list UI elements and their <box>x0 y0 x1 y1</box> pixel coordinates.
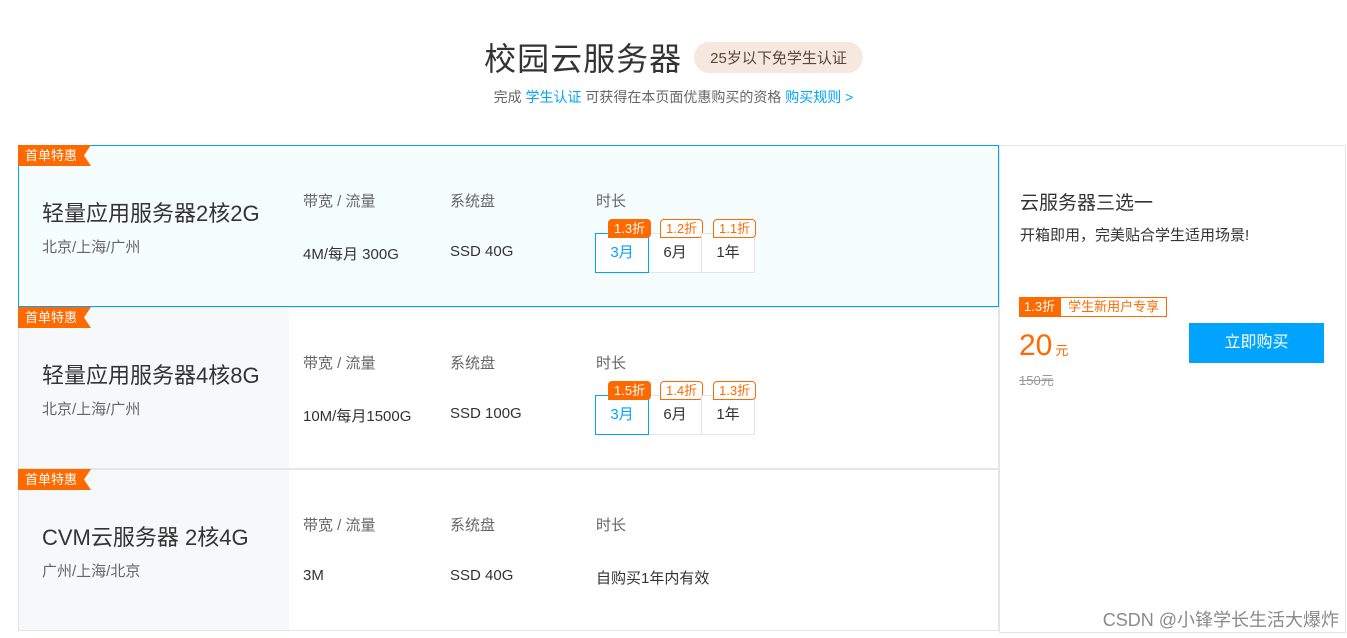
purchase-panel: 云服务器三选一 开箱即用，完美贴合学生适用场景! 1.3折 学生新用户专享 20… <box>999 145 1346 633</box>
product-name: CVM云服务器 2核4G <box>42 525 249 550</box>
panel-title: 云服务器三选一 <box>1020 193 1154 214</box>
product-region: 北京/上海/广州 <box>42 239 141 256</box>
product-name: 轻量应用服务器2核2G <box>42 201 260 226</box>
product-region: 广州/上海/北京 <box>42 563 141 580</box>
period-label: 1年 <box>716 406 740 423</box>
first-order-ribbon: 首单特惠 <box>18 145 91 166</box>
student-auth-link[interactable]: 学生认证 <box>526 89 582 105</box>
subtitle: 完成 学生认证 可获得在本页面优惠购买的资格 购买规则 > <box>0 87 1347 107</box>
title-row: 校园云服务器 25岁以下免学生认证 <box>0 34 1347 80</box>
period-label: 3月 <box>610 406 634 423</box>
duration-label: 时长 <box>596 355 627 372</box>
disk-value: SSD 40G <box>450 243 514 260</box>
period-label: 1年 <box>716 244 740 261</box>
product-card-4c8g[interactable]: 首单特惠 轻量应用服务器4核8G 北京/上海/广州 带宽 / 流量 系统盘 时长… <box>18 307 999 469</box>
duration-label: 时长 <box>596 193 627 210</box>
duration-value: 自购买1年内有效 <box>596 570 710 587</box>
new-user-badge: 学生新用户专享 <box>1060 297 1168 317</box>
period-selector: 1.5折 3月 1.4折 6月 1.3折 1年 <box>595 381 757 435</box>
discount-tag: 1.4折 <box>660 381 704 400</box>
disk-label: 系统盘 <box>450 517 496 534</box>
purchase-rules-link[interactable]: 购买规则 > <box>785 89 853 105</box>
bandwidth-value: 4M/每月 300G <box>303 246 399 263</box>
disk-label: 系统盘 <box>450 355 496 372</box>
first-order-ribbon: 首单特惠 <box>18 307 91 328</box>
disk-value: SSD 100G <box>450 405 522 422</box>
original-price: 150元 <box>1019 373 1054 388</box>
period-label: 6月 <box>663 406 687 423</box>
page-header: 校园云服务器 25岁以下免学生认证 完成 学生认证 可获得在本页面优惠购买的资格… <box>0 0 1347 120</box>
bandwidth-value: 10M/每月1500G <box>303 408 412 425</box>
duration-label: 时长 <box>596 517 627 534</box>
period-option-6m[interactable]: 1.2折 6月 <box>648 219 704 273</box>
price-unit: 元 <box>1055 343 1069 358</box>
period-option-3m[interactable]: 1.3折 3月 <box>595 219 652 273</box>
price-value: 20 <box>1019 329 1053 362</box>
discount-tag: 1.5折 <box>608 381 652 400</box>
period-option-1y[interactable]: 1.1折 1年 <box>701 219 757 273</box>
first-order-ribbon: 首单特惠 <box>18 469 91 490</box>
disk-label: 系统盘 <box>450 193 496 210</box>
discount-tag: 1.2折 <box>660 219 704 238</box>
bandwidth-label: 带宽 / 流量 <box>303 355 376 372</box>
watermark: CSDN @小锋学长生活大爆炸 <box>1102 610 1339 630</box>
period-option-1y[interactable]: 1.3折 1年 <box>701 381 757 435</box>
product-card-2c2g[interactable]: 首单特惠 轻量应用服务器2核2G 北京/上海/广州 带宽 / 流量 系统盘 时长… <box>18 145 999 307</box>
bandwidth-label: 带宽 / 流量 <box>303 517 376 534</box>
price: 20 元 <box>1019 329 1068 363</box>
discount-tag: 1.1折 <box>713 219 757 238</box>
disk-value: SSD 40G <box>450 567 514 584</box>
subtitle-middle: 可获得在本页面优惠购买的资格 <box>585 89 782 105</box>
panel-description: 开箱即用，完美贴合学生适用场景! <box>1020 227 1250 244</box>
discount-tag: 1.3折 <box>608 219 652 238</box>
page-title: 校园云服务器 <box>484 41 683 77</box>
product-list: 首单特惠 轻量应用服务器2核2G 北京/上海/广州 带宽 / 流量 系统盘 时长… <box>18 145 999 633</box>
buy-now-button[interactable]: 立即购买 <box>1189 323 1324 363</box>
period-option-3m[interactable]: 1.5折 3月 <box>595 381 652 435</box>
product-card-cvm-2c4g[interactable]: 首单特惠 CVM云服务器 2核4G 广州/上海/北京 带宽 / 流量 系统盘 时… <box>18 469 999 631</box>
bandwidth-value: 3M <box>303 567 324 584</box>
subtitle-prefix: 完成 <box>493 89 522 105</box>
period-option-6m[interactable]: 1.4折 6月 <box>648 381 704 435</box>
discount-tag: 1.3折 <box>713 381 757 400</box>
period-label: 3月 <box>610 244 634 261</box>
bandwidth-label: 带宽 / 流量 <box>303 193 376 210</box>
period-label: 6月 <box>663 244 687 261</box>
product-region: 北京/上海/广州 <box>42 401 141 418</box>
period-selector: 1.3折 3月 1.2折 6月 1.1折 1年 <box>595 219 757 273</box>
panel-tags: 1.3折 学生新用户专享 <box>1019 297 1168 317</box>
discount-badge: 1.3折 <box>1019 297 1061 317</box>
age-badge: 25岁以下免学生认证 <box>694 41 863 73</box>
product-name: 轻量应用服务器4核8G <box>42 363 260 388</box>
